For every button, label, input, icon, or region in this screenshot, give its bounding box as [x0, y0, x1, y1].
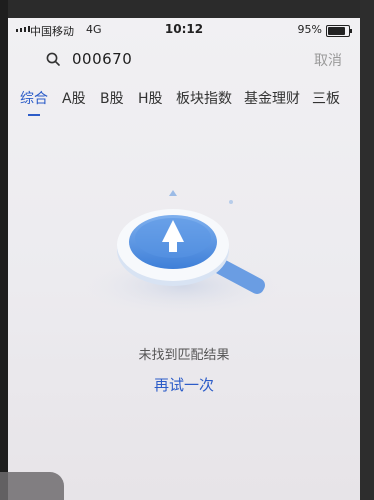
battery-percent: 95% — [297, 23, 322, 36]
finger-obstruction — [0, 472, 64, 500]
device-bezel-left — [0, 0, 8, 500]
cancel-button[interactable]: 取消 — [314, 50, 342, 70]
category-tabs: 综合 A股 B股 H股 板块指数 基金理财 三板 — [8, 84, 360, 124]
empty-state-message: 未找到匹配结果 — [138, 348, 230, 363]
device-bezel-right — [360, 0, 374, 500]
search-bar: 000670 取消 — [8, 44, 360, 76]
status-bar: 中国移动 4G 10:12 95% — [8, 18, 360, 42]
tab-funds[interactable]: 基金理财 — [244, 88, 300, 108]
tab-b-shares[interactable]: B股 — [100, 88, 124, 108]
tab-third-board[interactable]: 三板 — [312, 88, 340, 108]
tab-a-shares[interactable]: A股 — [62, 88, 86, 108]
tab-all[interactable]: 综合 — [20, 88, 48, 108]
active-tab-indicator — [28, 114, 40, 116]
tab-sector-index[interactable]: 板块指数 — [176, 88, 232, 108]
battery-icon — [326, 25, 352, 37]
search-input[interactable]: 000670 — [72, 50, 132, 68]
retry-button[interactable]: 再试一次 — [8, 374, 360, 395]
tab-h-shares[interactable]: H股 — [138, 88, 163, 108]
search-icon — [46, 52, 60, 66]
phone-screen: 中国移动 4G 10:12 95% 000670 取消 综合 A股 B股 H股 … — [8, 18, 360, 500]
magnifier-empty-illustration — [83, 190, 283, 316]
